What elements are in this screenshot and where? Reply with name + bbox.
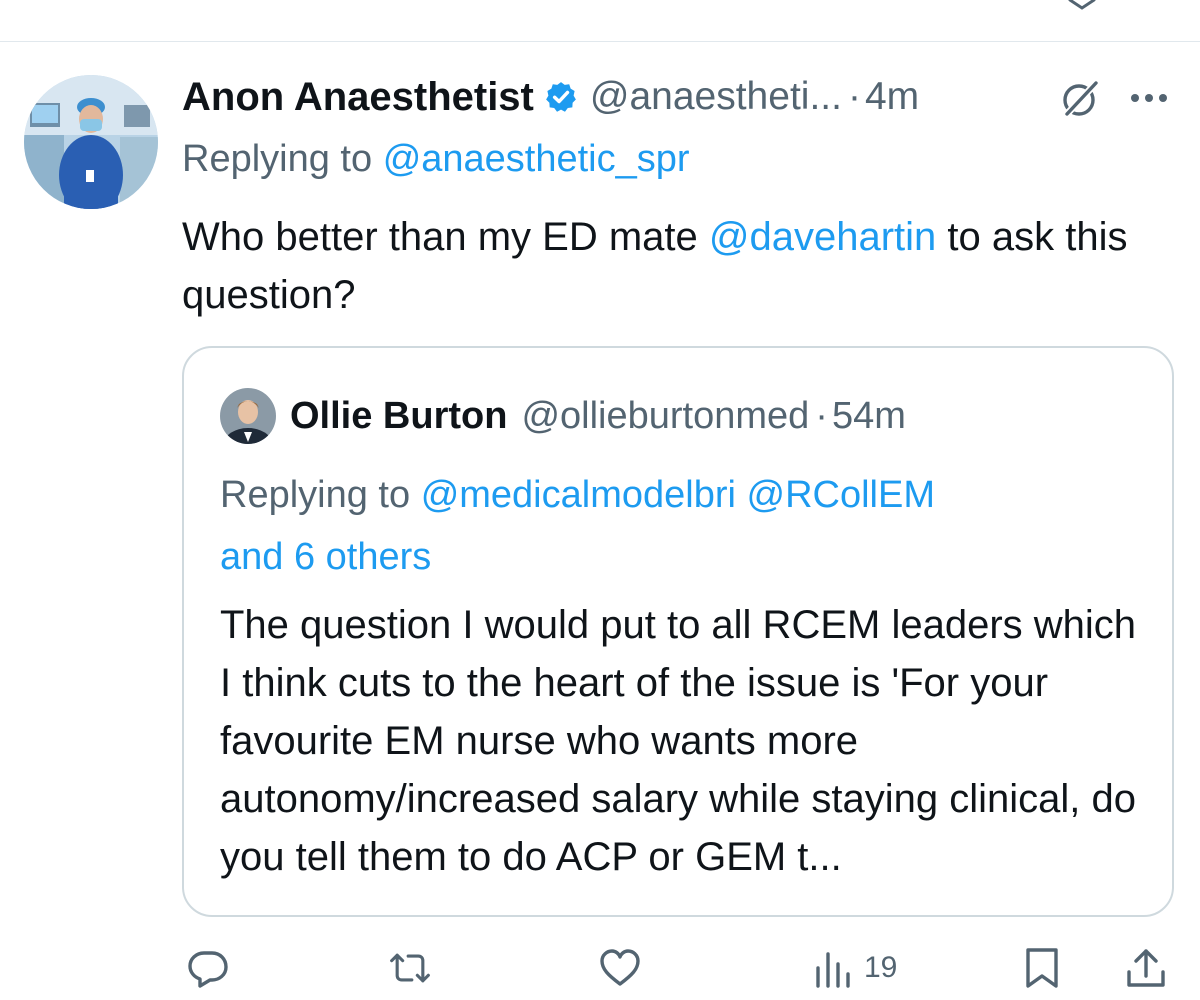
quote-mention-2: @RCollEM	[746, 474, 935, 516]
grok-icon[interactable]	[1058, 77, 1102, 121]
more-icon[interactable]	[1128, 91, 1170, 105]
replying-mention[interactable]: @anaesthetic_spr	[383, 138, 690, 180]
quote-header: Ollie Burton @ollieburtonmed · 54m	[290, 390, 906, 442]
author-handle[interactable]: @anaestheti...	[590, 75, 842, 119]
bookmark-button[interactable]	[1020, 940, 1064, 996]
views-count: 19	[864, 951, 898, 984]
tweet-mention[interactable]: @davehartin	[709, 215, 936, 259]
quote-tweet-card[interactable]: Ollie Burton @ollieburtonmed · 54m Reply…	[182, 346, 1174, 917]
author-display-name[interactable]: Anon Anaesthetist	[182, 75, 534, 120]
quote-text: The question I would put to all RCEM lea…	[220, 603, 1137, 879]
quote-others: and 6 others	[220, 536, 432, 578]
quote-replying-prefix: Replying to	[220, 474, 411, 516]
quote-timestamp: 54m	[831, 394, 906, 437]
views-icon	[816, 952, 850, 988]
action-bar: 19	[0, 940, 1200, 996]
retweet-icon	[390, 953, 430, 983]
quote-separator-dot: ·	[815, 394, 828, 437]
tweet-text: Who better than my ED mate @davehartin t…	[182, 208, 1172, 324]
quote-mention-1: @medicalmodelbri	[420, 474, 736, 516]
share-button[interactable]	[1124, 940, 1168, 996]
author-avatar[interactable]	[24, 75, 158, 209]
tweet-timestamp[interactable]: 4m	[865, 75, 919, 119]
verified-badge-icon	[546, 82, 576, 112]
replying-to-line: Replying to @anaesthetic_spr	[182, 138, 690, 181]
replying-prefix: Replying to	[182, 138, 373, 180]
retweet-button[interactable]	[388, 940, 432, 996]
bookmark-icon	[1026, 948, 1058, 988]
share-icon	[1127, 949, 1165, 987]
views-button[interactable]: 19	[812, 940, 897, 996]
quote-handle: @ollieburtonmed	[521, 394, 810, 437]
top-partial-icon	[1068, 0, 1096, 10]
quote-display-name: Ollie Burton	[290, 394, 508, 437]
like-icon	[600, 949, 640, 986]
quote-author-avatar	[220, 388, 276, 444]
reply-icon	[188, 951, 228, 988]
reply-button[interactable]	[186, 940, 230, 996]
quote-replying-to: Replying to @medicalmodelbri @RCollEM an…	[220, 464, 1150, 588]
like-button[interactable]	[598, 940, 642, 996]
top-divider	[0, 41, 1200, 42]
tweet-header: Anon Anaesthetist @anaestheti... · 4m	[182, 72, 1172, 122]
separator-dot: ·	[847, 75, 861, 118]
tweet-text-part1: Who better than my ED mate	[182, 215, 709, 259]
